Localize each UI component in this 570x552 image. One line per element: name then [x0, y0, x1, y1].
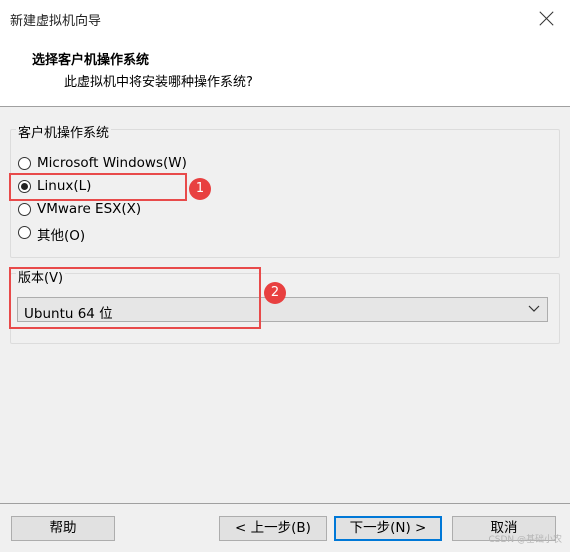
- close-icon[interactable]: [524, 0, 570, 38]
- radio-label: VMware ESX(X): [37, 201, 142, 217]
- radio-label: Microsoft Windows(W): [37, 155, 187, 171]
- next-button[interactable]: 下一步(N) >: [334, 516, 442, 541]
- window-title: 新建虚拟机向导: [10, 14, 102, 29]
- radio-icon[interactable]: [18, 203, 31, 216]
- radio-icon[interactable]: [18, 226, 31, 239]
- header-subtitle: 此虚拟机中将安装哪种操作系统?: [64, 75, 253, 90]
- annotation-badge-2: 2: [264, 282, 286, 304]
- chevron-down-icon[interactable]: [528, 302, 540, 314]
- title-bar: 新建虚拟机向导: [0, 0, 570, 38]
- radio-icon[interactable]: [18, 157, 31, 170]
- wizard-footer: 帮助 < 上一步(B) 下一步(N) > 取消: [0, 503, 570, 552]
- annotation-badge-1: 1: [189, 178, 211, 200]
- os-group-label: 客户机操作系统: [16, 122, 112, 141]
- header-title: 选择客户机操作系统: [32, 53, 150, 68]
- wizard-header: 选择客户机操作系统 此虚拟机中将安装哪种操作系统?: [0, 38, 570, 107]
- radio-label: 其他(O): [37, 228, 86, 244]
- annotation-box-1: [9, 173, 187, 201]
- back-button[interactable]: < 上一步(B): [219, 516, 327, 541]
- watermark: CSDN @基础小农: [488, 535, 562, 545]
- help-button[interactable]: 帮助: [11, 516, 115, 541]
- annotation-box-2: [9, 267, 261, 329]
